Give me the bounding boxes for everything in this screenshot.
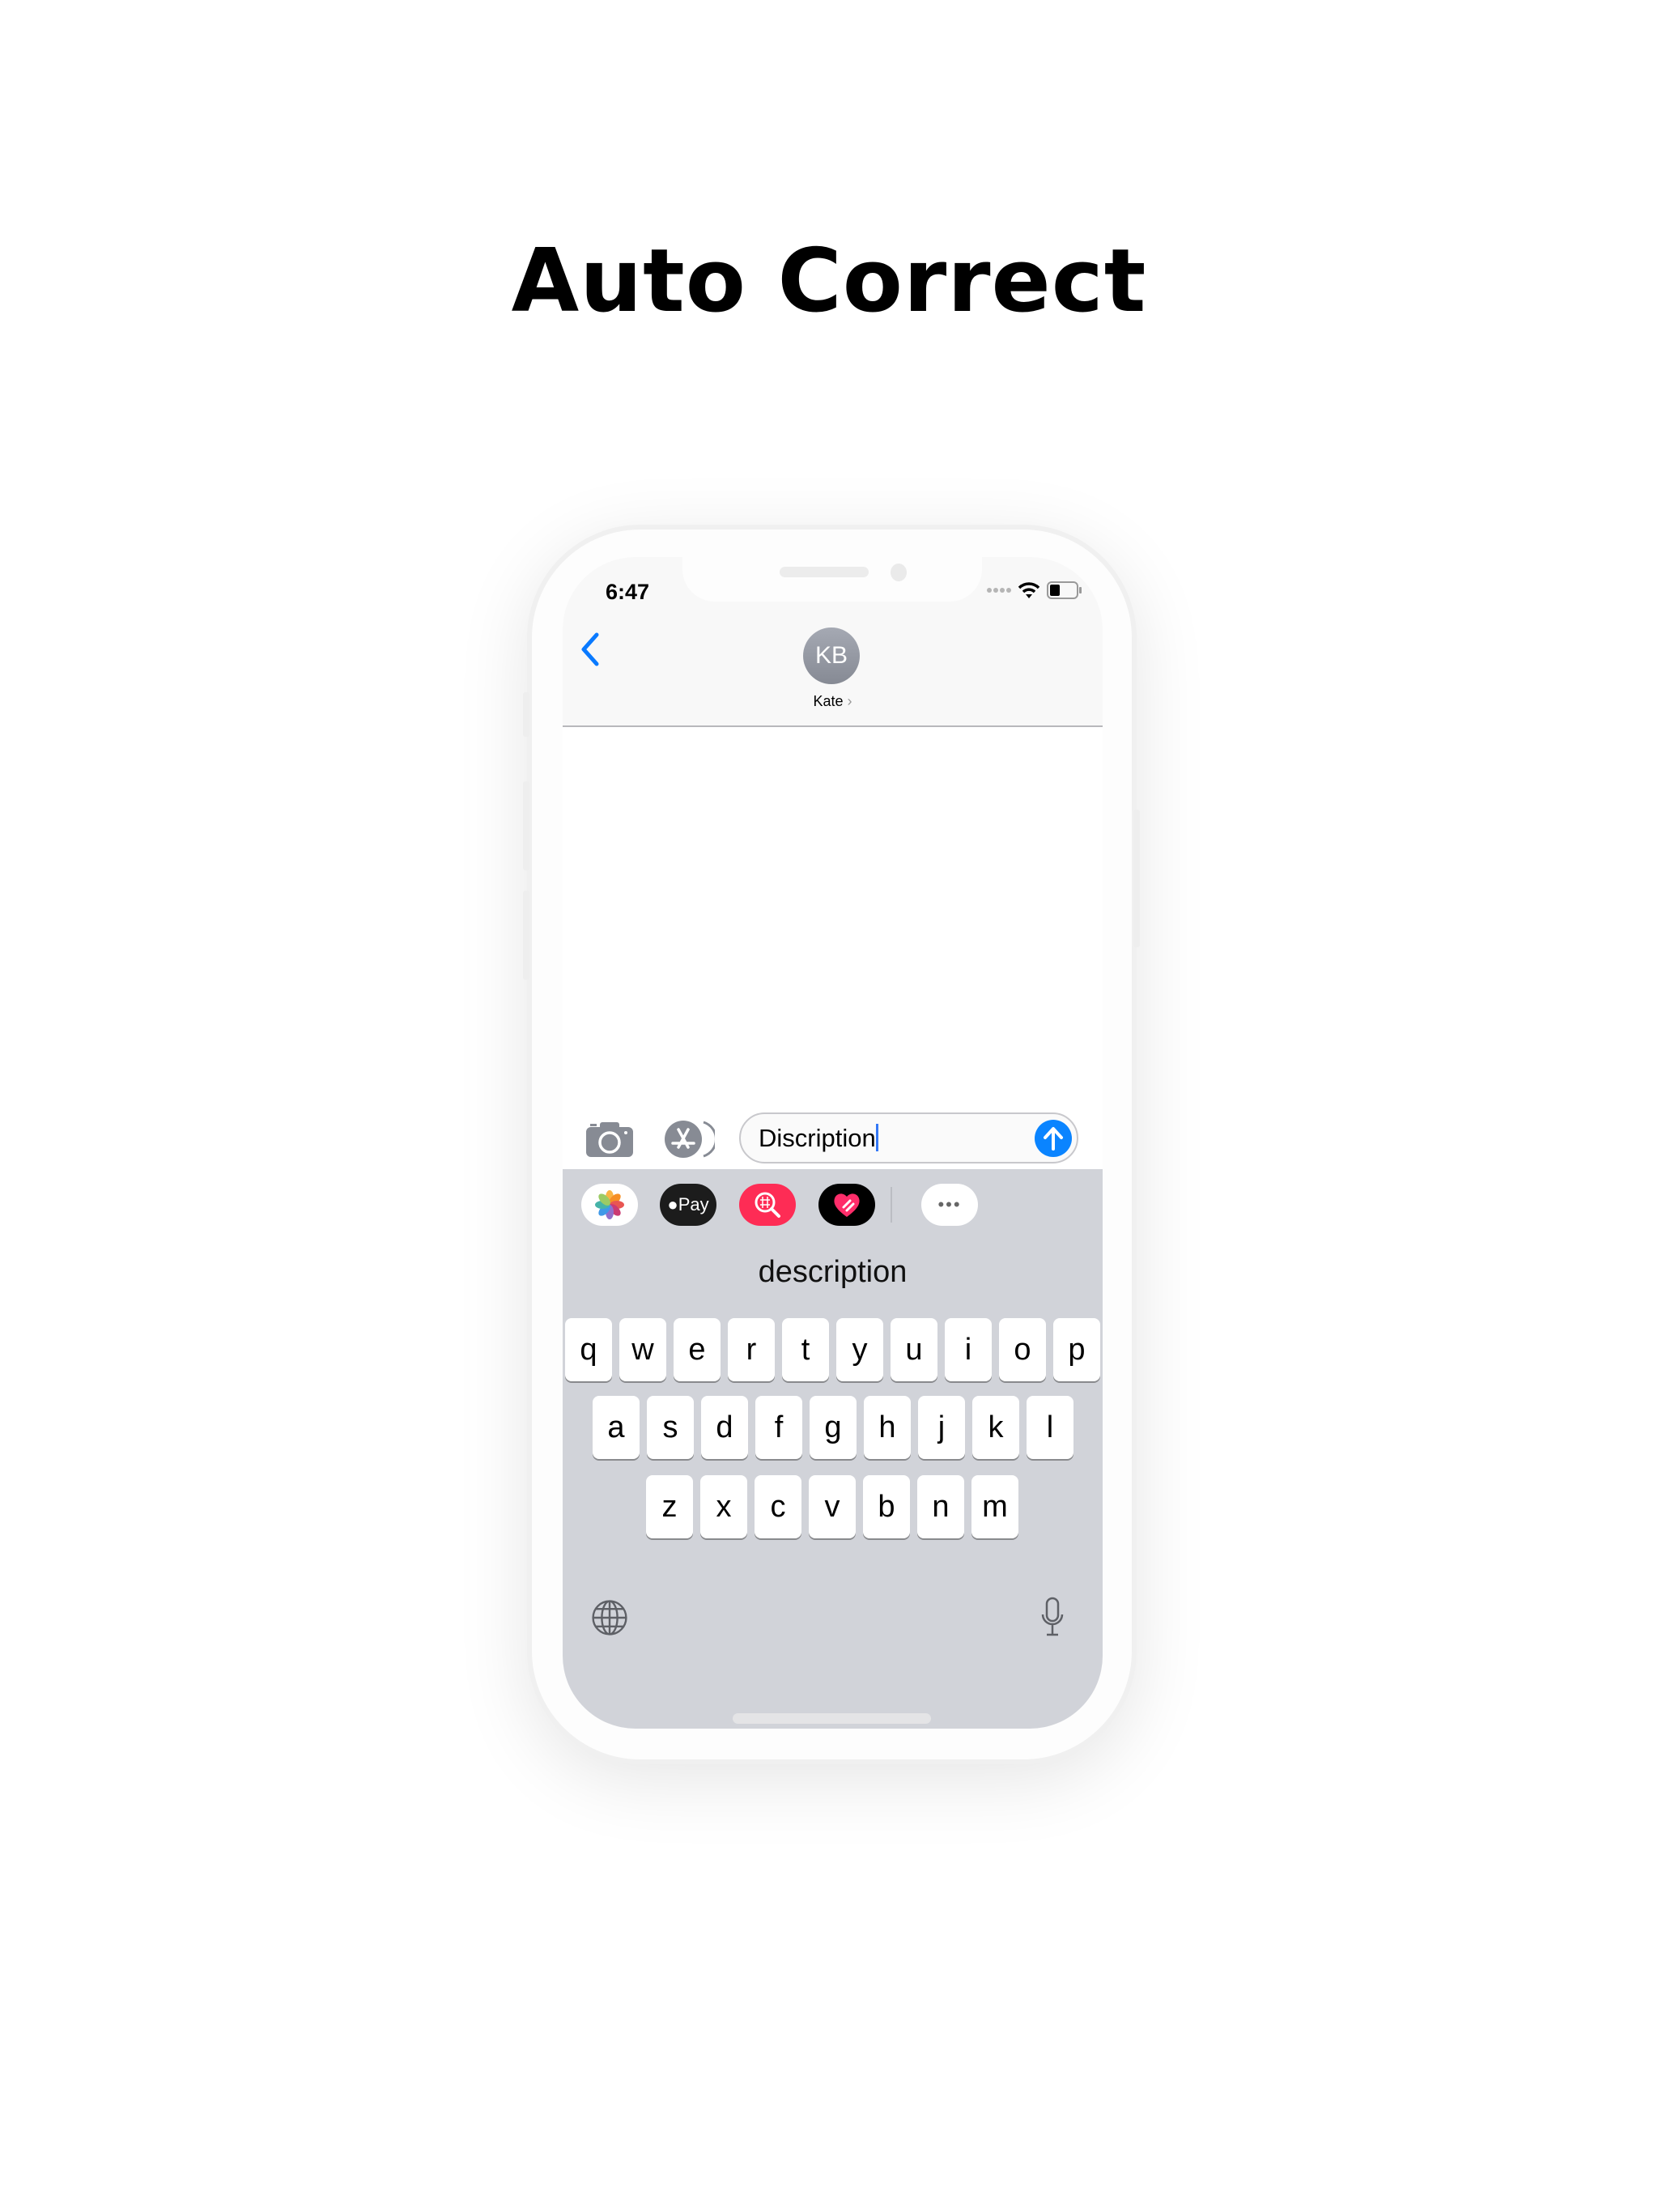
key-b[interactable]: b — [863, 1475, 910, 1538]
key-i[interactable]: i — [945, 1318, 992, 1381]
key-k[interactable]: k — [972, 1396, 1019, 1459]
app-image-search[interactable] — [739, 1184, 796, 1226]
key-t[interactable]: t — [782, 1318, 829, 1381]
app-store-icon[interactable] — [661, 1120, 715, 1159]
volume-down-button — [523, 891, 529, 980]
front-camera — [891, 564, 907, 581]
key-m[interactable]: m — [971, 1475, 1018, 1538]
contact-name[interactable]: Kate › — [563, 693, 1103, 710]
heart-icon — [834, 1193, 860, 1217]
app-digital-touch[interactable] — [818, 1184, 875, 1226]
message-input[interactable]: Discription — [739, 1112, 1078, 1163]
more-icon: ••• — [937, 1194, 962, 1214]
key-d[interactable]: d — [701, 1396, 748, 1459]
key-v[interactable]: v — [809, 1475, 856, 1538]
image-search-icon — [755, 1192, 780, 1218]
app-divider — [891, 1187, 892, 1223]
app-photos[interactable] — [581, 1184, 638, 1226]
phone-screen: 6:47 KB Kate › Discription ● Pay ••• desc… — [563, 557, 1103, 1729]
speaker — [780, 567, 869, 577]
key-j[interactable]: j — [918, 1396, 965, 1459]
key-e[interactable]: e — [674, 1318, 721, 1381]
key-s[interactable]: s — [647, 1396, 694, 1459]
status-icons — [987, 581, 1082, 599]
key-f[interactable]: f — [755, 1396, 802, 1459]
conversation-header: 6:47 KB Kate › — [563, 557, 1103, 727]
key-n[interactable]: n — [917, 1475, 964, 1538]
apple-logo-icon: ● — [667, 1194, 678, 1214]
contact-name-label: Kate — [813, 693, 844, 709]
key-c[interactable]: c — [755, 1475, 801, 1538]
volume-up-button — [523, 781, 529, 870]
key-g[interactable]: g — [810, 1396, 857, 1459]
wifi-icon — [1018, 582, 1040, 598]
key-w[interactable]: w — [619, 1318, 666, 1381]
text-cursor — [875, 1124, 878, 1151]
key-q[interactable]: q — [565, 1318, 612, 1381]
home-indicator[interactable] — [733, 1713, 931, 1724]
apple-pay-label: Pay — [678, 1194, 709, 1214]
battery-icon — [1047, 581, 1082, 599]
app-apple-pay[interactable]: ● Pay — [660, 1184, 716, 1226]
avatar[interactable]: KB — [803, 627, 860, 684]
chevron-left-icon[interactable] — [579, 632, 602, 667]
key-r[interactable]: r — [728, 1318, 775, 1381]
key-p[interactable]: p — [1053, 1318, 1100, 1381]
send-button[interactable] — [1035, 1120, 1072, 1157]
power-button — [1133, 810, 1140, 947]
signal-dots-icon — [987, 588, 1011, 593]
key-h[interactable]: h — [864, 1396, 911, 1459]
key-x[interactable]: x — [700, 1475, 747, 1538]
app-more[interactable]: ••• — [921, 1184, 978, 1226]
photos-icon — [595, 1190, 624, 1219]
key-o[interactable]: o — [999, 1318, 1046, 1381]
autocorrect-suggestion[interactable]: description — [563, 1255, 1103, 1290]
notch — [682, 557, 982, 602]
key-l[interactable]: l — [1027, 1396, 1073, 1459]
key-y[interactable]: y — [836, 1318, 883, 1381]
arrow-up-icon — [1044, 1127, 1063, 1151]
mute-switch — [523, 692, 529, 737]
status-time: 6:47 — [606, 580, 650, 604]
contact-chevron-icon: › — [847, 693, 852, 709]
key-u[interactable]: u — [891, 1318, 937, 1381]
message-text: Discription — [759, 1124, 876, 1152]
page-title: Auto Correct — [511, 231, 1147, 332]
keyboard: ●Pay ••• description 123 space . qwertyu… — [563, 1169, 1103, 1729]
key-z[interactable]: z — [646, 1475, 693, 1538]
microphone-icon[interactable] — [1040, 1597, 1065, 1637]
key-a[interactable]: a — [593, 1396, 640, 1459]
globe-icon[interactable] — [590, 1598, 629, 1637]
camera-icon[interactable] — [585, 1121, 634, 1158]
